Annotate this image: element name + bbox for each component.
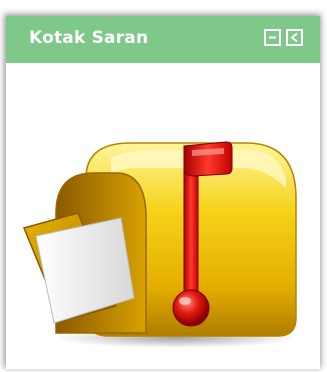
widget-content [6,63,320,369]
widget-title: Kotak Saran [29,28,149,48]
widget-header: Kotak Saran [6,16,320,63]
mailbox-icon[interactable] [16,98,316,358]
collapse-button[interactable] [286,29,303,46]
collapse-left-icon [290,32,298,43]
minimize-icon [269,36,276,39]
minimize-button[interactable] [264,29,281,46]
